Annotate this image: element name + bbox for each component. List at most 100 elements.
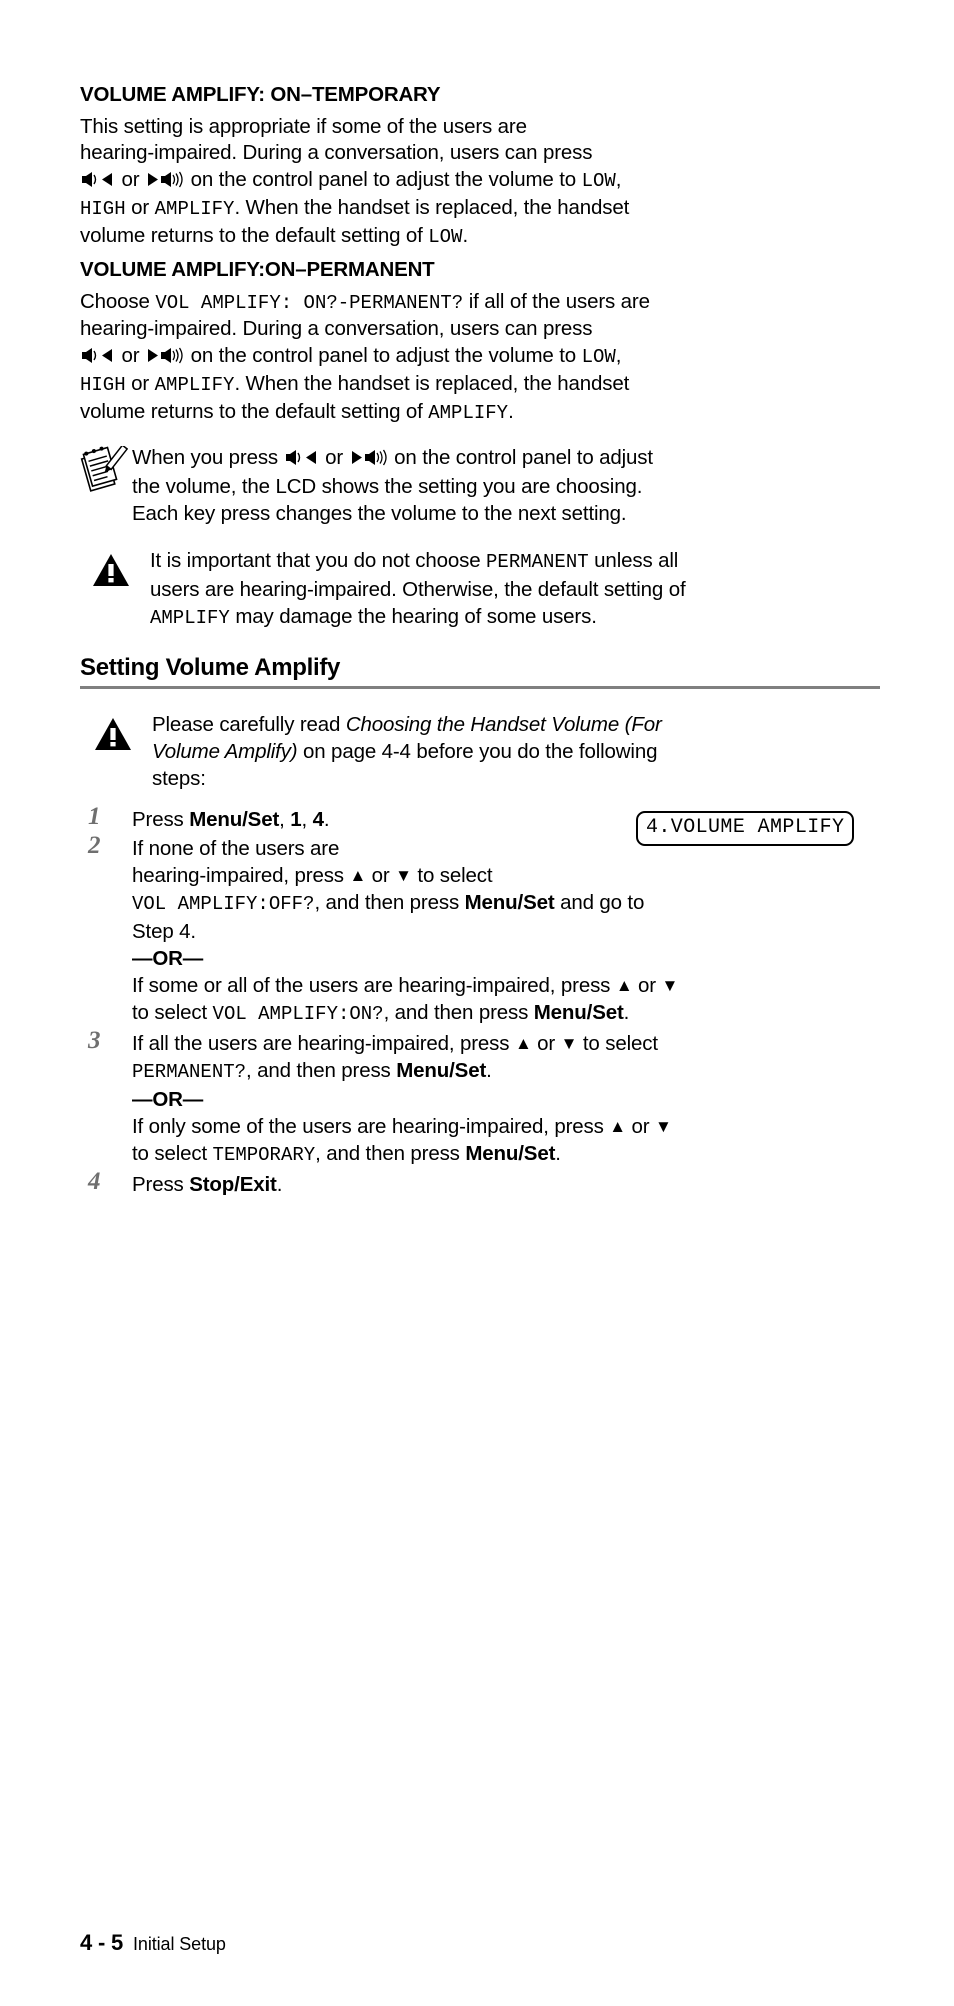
arrow-up-icon: ▲ [349, 866, 367, 886]
step-4-text: Press Stop/Exit. [132, 1171, 880, 1198]
note-line-1-suffix: on the control panel to adjust [388, 446, 653, 470]
note-text: When you press or on the control panel t… [132, 444, 880, 527]
step3-line1-tail: to select [577, 1032, 658, 1056]
key-1: 1 [290, 808, 302, 832]
permanent-line-5-prefix: volume returns to the default setting of [80, 399, 429, 423]
step3-line2-mid: , and then press [246, 1059, 397, 1083]
note-line-3: Each key press changes the volume to the… [132, 502, 627, 526]
step-4: 4 Press Stop/Exit. [80, 1168, 880, 1198]
step-1: 1 Press Menu/Set, 1, 4. [80, 803, 880, 833]
temporary-line-3-mid: or [116, 167, 146, 191]
step-2-alternate-text: If some or all of the users are hearing-… [132, 972, 880, 1028]
warn-read-italic-1: Choosing the Handset Volume (For [345, 713, 662, 737]
step-3-text: If all the users are hearing-impaired, p… [132, 1030, 880, 1086]
warn-read-line3: steps: [152, 767, 206, 791]
step3-alt-line2-prefix: to select [132, 1142, 213, 1166]
step2-or-label: —OR— [132, 947, 204, 971]
warning-top-line1-prefix: It is important that you do not choose [150, 549, 487, 573]
permanent-line-4-tail: . When the handset is replaced, the hand… [234, 372, 630, 396]
step1-mid2: , [301, 808, 313, 832]
step2-line4: Step 4. [132, 920, 196, 944]
step2-alt-line2-mid: , and then press [383, 1001, 534, 1025]
code-default-amplify: AMPLIFY [428, 401, 509, 424]
temporary-line-5-prefix: volume returns to the default setting of [80, 223, 429, 247]
key-menu-set: Menu/Set [465, 1142, 556, 1166]
code-permanent-option: PERMANENT? [132, 1061, 247, 1084]
key-4: 4 [312, 808, 324, 832]
step2-line3-tail: and go to [554, 891, 645, 915]
step2-line2-tail: to select [411, 864, 493, 888]
arrow-down-icon: ▼ [661, 976, 679, 996]
key-menu-set: Menu/Set [464, 891, 555, 915]
temporary-line-2: hearing-impaired. During a conversation,… [80, 141, 593, 165]
key-stop-exit: Stop/Exit [189, 1173, 277, 1197]
speaker-left-icon [285, 446, 319, 473]
step2-alt-line2-tail: . [623, 1001, 630, 1025]
code-low-temporary: LOW [581, 169, 616, 192]
step-number: 3 [88, 1027, 101, 1055]
temporary-line-4-or: or [125, 196, 155, 220]
warning-top-line2: users are hearing-impaired. Otherwise, t… [150, 578, 686, 602]
arrow-up-icon: ▲ [609, 1117, 626, 1137]
step3-or-label: —OR— [132, 1088, 204, 1112]
step3-line1-prefix: If all the users are hearing-impaired, p… [132, 1032, 515, 1056]
code-vol-amplify-on-permanent: VOL AMPLIFY: ON?-PERMANENT? [155, 291, 464, 314]
speaker-left-icon [81, 345, 115, 372]
code-vol-amplify-on: VOL AMPLIFY:ON? [212, 1003, 384, 1026]
paragraph-permanent: Choose VOL AMPLIFY: ON?-PERMANENT? if al… [80, 289, 650, 424]
warning-top-line1-tail: unless all [588, 549, 679, 573]
step-1-text: Press Menu/Set, 1, 4. [132, 806, 880, 833]
warning-triangle-icon [92, 553, 130, 587]
steps-list: 4.VOLUME AMPLIFY 1 Press Menu/Set, 1, 4.… [80, 803, 880, 1198]
step-number: 4 [88, 1168, 101, 1196]
permanent-choose-tail: if all of the users are [463, 289, 650, 313]
speaker-right-icon [350, 446, 388, 473]
step-3: 3 If all the users are hearing-impaired,… [80, 1027, 880, 1169]
heading-volume-amplify-temporary: VOLUME AMPLIFY: ON–TEMPORARY [80, 83, 441, 106]
arrow-down-icon: ▼ [395, 866, 412, 886]
step1-tail: . [323, 808, 330, 832]
arrow-up-icon: ▲ [514, 1034, 532, 1054]
step2-line2-or: or [366, 864, 396, 888]
step2-line3-mid: , and then press [314, 891, 465, 915]
step4-tail: . [276, 1173, 283, 1197]
heading-volume-amplify-permanent: VOLUME AMPLIFY:ON–PERMANENT [80, 258, 435, 282]
footer-chapter-label: Initial Setup [133, 1934, 226, 1954]
key-menu-set: Menu/Set [189, 808, 280, 832]
warning-block-read-first: Please carefully read Choosing the Hands… [80, 711, 880, 792]
temporary-line-1: This setting is appropriate if some of t… [80, 114, 527, 138]
step3-alt-line2-mid: , and then press [315, 1142, 466, 1166]
warn-read-italic-2: Volume Amplify) [152, 740, 298, 764]
key-menu-set: Menu/Set [533, 1001, 624, 1025]
page-footer: 4 - 5 Initial Setup [80, 1930, 226, 1956]
step1-mid1: , [279, 808, 291, 832]
warning-triangle-icon [94, 717, 132, 751]
step-2: 2 If none of the users are hearing-impai… [80, 832, 880, 1028]
page-content: VOLUME AMPLIFY: ON–TEMPORARY This settin… [80, 82, 880, 1200]
code-amplify-permanent: AMPLIFY [154, 374, 235, 397]
step3-alt-line2-tail: . [555, 1142, 561, 1166]
code-vol-amplify-off: VOL AMPLIFY:OFF? [132, 893, 315, 916]
step1-prefix: Press [132, 808, 190, 832]
key-menu-set: Menu/Set [396, 1059, 487, 1083]
arrow-down-icon: ▼ [560, 1034, 578, 1054]
step-number: 2 [88, 832, 101, 860]
step2-alt-line2-prefix: to select [132, 1001, 213, 1025]
temporary-line-3-suffix: on the control panel to adjust the volum… [185, 167, 582, 191]
section-setting-volume-amplify: Setting Volume Amplify [80, 654, 880, 690]
step2-alt-line1-prefix: If some or all of the users are hearing-… [132, 974, 616, 998]
note-line-2: the volume, the LCD shows the setting yo… [132, 475, 643, 499]
warning-read-first-text: Please carefully read Choosing the Hands… [152, 711, 880, 792]
step4-prefix: Press [132, 1173, 190, 1197]
step3-line2-tail: . [486, 1059, 492, 1083]
notepad-pencil-icon [80, 444, 129, 498]
step3-alt-line1-prefix: If only some of the users are hearing-im… [132, 1115, 610, 1139]
speaker-right-icon [146, 345, 184, 372]
step2-line2-prefix: hearing-impaired, press [132, 864, 350, 888]
step-2-text: If none of the users are hearing-impaire… [132, 835, 880, 945]
step3-line1-or: or [531, 1032, 561, 1056]
temporary-line-5-tail: . [462, 223, 469, 247]
arrow-down-icon: ▼ [655, 1117, 672, 1137]
step2-alt-line1-or: or [632, 974, 662, 998]
arrow-up-icon: ▲ [615, 976, 633, 996]
